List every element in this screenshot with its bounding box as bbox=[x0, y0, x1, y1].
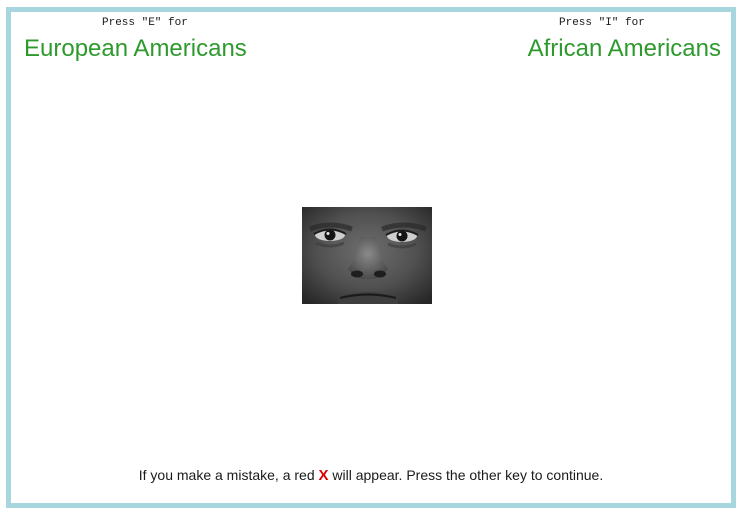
left-key-hint: Press "E" for bbox=[102, 17, 188, 29]
instruction-after: will appear. Press the other key to cont… bbox=[328, 467, 604, 483]
instruction-text: If you make a mistake, a red X will appe… bbox=[11, 466, 731, 485]
left-category-label: European Americans bbox=[24, 35, 247, 62]
error-x-mark: X bbox=[318, 467, 329, 484]
right-key-hint: Press "I" for bbox=[559, 17, 645, 29]
face-stimulus-image bbox=[302, 207, 432, 304]
face-photo-icon bbox=[302, 207, 432, 304]
task-frame: Press "E" for European Americans Press "… bbox=[6, 7, 736, 508]
instruction-before: If you make a mistake, a red bbox=[138, 467, 319, 483]
right-category-label: African Americans bbox=[527, 35, 721, 62]
